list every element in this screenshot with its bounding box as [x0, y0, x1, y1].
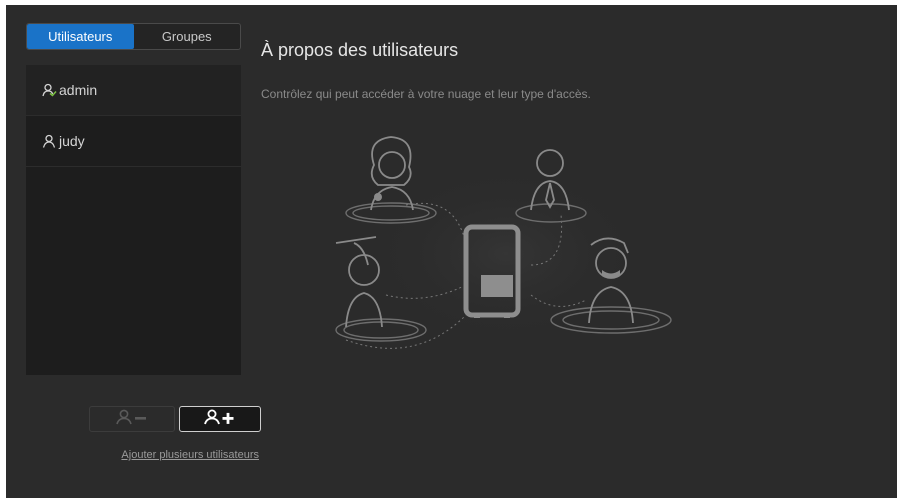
users-illustration: [306, 115, 696, 360]
user-icon: [42, 134, 57, 149]
tab-users[interactable]: Utilisateurs: [27, 24, 134, 49]
list-item-user-admin[interactable]: admin: [26, 65, 241, 116]
add-user-icon: [203, 409, 237, 430]
add-user-button[interactable]: [179, 406, 261, 432]
users-page: Utilisateurs Groupes admin judy Ajouter …: [6, 5, 897, 498]
add-multiple-users-link[interactable]: Ajouter plusieurs utilisateurs: [26, 449, 259, 461]
user-name: admin: [59, 82, 98, 98]
list-item-user-judy[interactable]: judy: [26, 116, 241, 167]
user-name: judy: [59, 133, 85, 149]
remove-user-icon: [115, 409, 149, 430]
admin-user-icon: [42, 83, 57, 98]
user-list: admin judy: [26, 65, 241, 375]
page-subtitle: Contrôlez qui peut accéder à votre nuage…: [261, 87, 591, 101]
remove-user-button[interactable]: [89, 406, 175, 432]
page-title: À propos des utilisateurs: [261, 40, 459, 60]
users-groups-toggle: Utilisateurs Groupes: [26, 23, 241, 50]
sidebar: Utilisateurs Groupes admin judy Ajouter …: [26, 23, 261, 461]
tab-groups[interactable]: Groupes: [134, 24, 241, 49]
